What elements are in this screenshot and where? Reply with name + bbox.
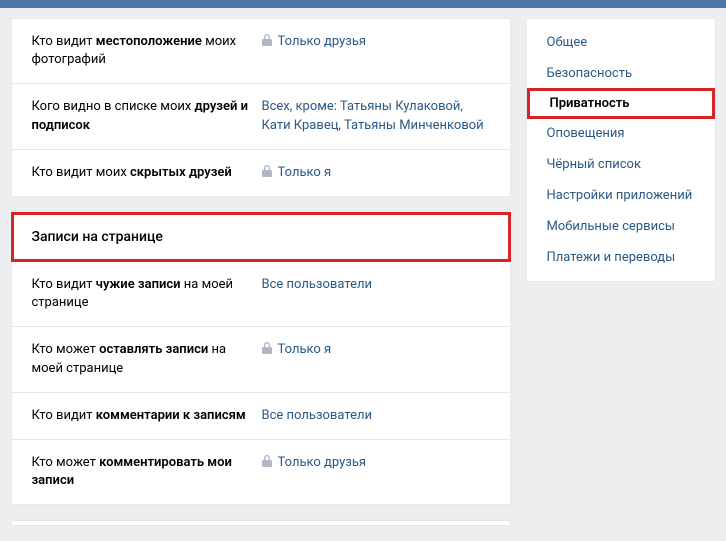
privacy-row-value[interactable]: Только я bbox=[262, 164, 490, 182]
privacy-panel-top: Кто видит местоположение моих фотографий… bbox=[11, 18, 511, 197]
lock-icon bbox=[262, 455, 272, 467]
privacy-row-value[interactable]: Только я bbox=[262, 341, 490, 359]
privacy-row-value-text: Все пользователи bbox=[262, 407, 373, 425]
privacy-row-top-0[interactable]: Кто видит местоположение моих фотографий… bbox=[12, 19, 510, 83]
privacy-row-label: Кого видно в списке моих друзей и подпис… bbox=[32, 98, 262, 134]
privacy-row-label: Кто видит комментарии к записям bbox=[32, 407, 262, 425]
privacy-row-top-2[interactable]: Кто видит моих скрытых друзей Только я bbox=[12, 149, 510, 196]
privacy-row-label: Кто видит моих скрытых друзей bbox=[32, 164, 262, 182]
lock-icon bbox=[262, 165, 272, 177]
privacy-row-wall-1[interactable]: Кто может оставлять записи на моей стран… bbox=[12, 326, 510, 391]
privacy-row-wall-2[interactable]: Кто видит комментарии к записямВсе польз… bbox=[12, 392, 510, 439]
privacy-row-value[interactable]: Все пользователи bbox=[262, 276, 490, 294]
sidebar-column: ОбщееБезопасностьПриватностьОповещенияЧё… bbox=[526, 18, 716, 541]
privacy-row-value-text: Только друзья bbox=[278, 454, 367, 472]
privacy-row-value-text: Только друзья bbox=[278, 33, 367, 51]
privacy-row-top-1[interactable]: Кого видно в списке моих друзей и подпис… bbox=[12, 83, 510, 148]
privacy-row-label: Кто может комментировать мои записи bbox=[32, 454, 262, 490]
sidebar-item-3[interactable]: Оповещения bbox=[527, 118, 715, 149]
privacy-row-value-text: Всех, кроме: Татьяны Кулаковой, Кати Кра… bbox=[262, 98, 490, 134]
privacy-row-value-text: Все пользователи bbox=[262, 276, 373, 294]
privacy-row-value[interactable]: Всех, кроме: Татьяны Кулаковой, Кати Кра… bbox=[262, 98, 490, 134]
sidebar-item-7[interactable]: Платежи и переводы bbox=[527, 242, 715, 273]
privacy-row-label: Кто видит местоположение моих фотографий bbox=[32, 33, 262, 69]
top-bar bbox=[0, 0, 726, 8]
privacy-row-value[interactable]: Только друзья bbox=[262, 454, 490, 472]
sidebar-item-1[interactable]: Безопасность bbox=[527, 58, 715, 89]
section-header-wall: Записи на странице bbox=[12, 213, 510, 261]
sidebar-item-5[interactable]: Настройки приложений bbox=[527, 180, 715, 211]
settings-sidebar: ОбщееБезопасностьПриватностьОповещенияЧё… bbox=[526, 18, 716, 282]
privacy-row-label: Кто видит чужие записи на моей странице bbox=[32, 276, 262, 312]
privacy-row-wall-3[interactable]: Кто может комментировать мои записи Тольк… bbox=[12, 439, 510, 504]
main-column: Кто видит местоположение моих фотографий… bbox=[11, 18, 511, 541]
sidebar-item-0[interactable]: Общее bbox=[527, 27, 715, 58]
sidebar-item-2[interactable]: Приватность bbox=[527, 88, 715, 119]
privacy-row-label: Кто может оставлять записи на моей стран… bbox=[32, 341, 262, 377]
privacy-row-value[interactable]: Только друзья bbox=[262, 33, 490, 51]
sidebar-item-6[interactable]: Мобильные сервисы bbox=[527, 211, 715, 242]
privacy-row-wall-0[interactable]: Кто видит чужие записи на моей страницеВ… bbox=[12, 261, 510, 326]
layout: Кто видит местоположение моих фотографий… bbox=[0, 8, 726, 541]
lock-icon bbox=[262, 34, 272, 46]
lock-icon bbox=[262, 342, 272, 354]
privacy-panel-next bbox=[11, 520, 511, 526]
privacy-row-value[interactable]: Все пользователи bbox=[262, 407, 490, 425]
privacy-row-value-text: Только я bbox=[278, 341, 332, 359]
sidebar-item-4[interactable]: Чёрный список bbox=[527, 149, 715, 180]
privacy-row-value-text: Только я bbox=[278, 164, 332, 182]
privacy-panel-wall: Записи на страницеКто видит чужие записи… bbox=[11, 212, 511, 505]
